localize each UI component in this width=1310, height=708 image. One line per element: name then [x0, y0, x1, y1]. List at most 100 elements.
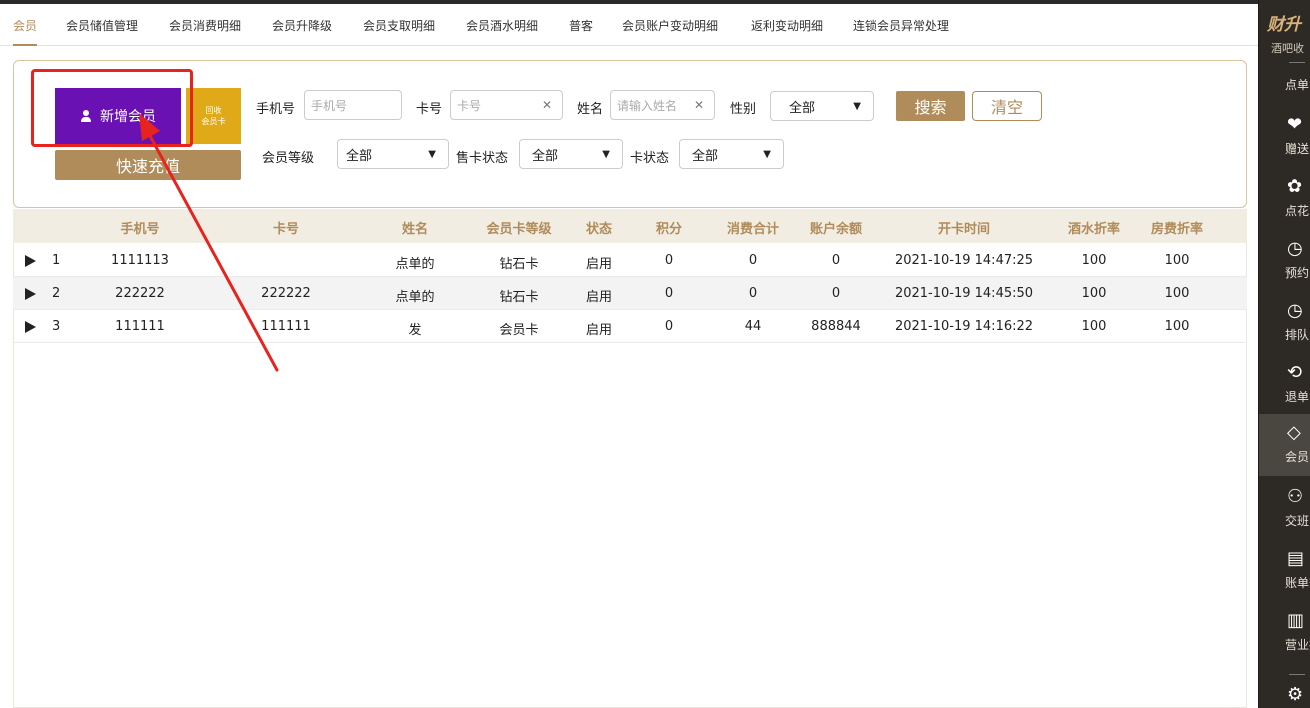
expand-arrow-icon[interactable] [25, 288, 36, 300]
sidebar-item-queue[interactable]: ◷ 排队 [1259, 292, 1310, 354]
level-label: 会员等级 [262, 151, 315, 166]
sidebar-item-business-report[interactable]: ▥ 营业报 [1259, 602, 1310, 664]
row-index: 2 [52, 286, 61, 301]
table-row[interactable]: 3 111111 111111 发 会员卡 启用 0 44 888844 202… [13, 310, 1247, 343]
col-open-time: 开卡时间 [937, 222, 991, 237]
cell-balance: 0 [831, 286, 841, 301]
col-status: 状态 [585, 222, 613, 237]
add-member-label: 新增会员 [100, 109, 156, 125]
cell-points: 0 [664, 319, 674, 334]
sidebar-item-label: 退单 [1285, 390, 1310, 404]
cell-open-time: 2021-10-19 14:45:50 [894, 286, 1034, 301]
tab-member[interactable]: 会员 [13, 17, 37, 34]
col-card: 卡号 [272, 222, 300, 237]
card-input[interactable]: 卡号 ✕ [450, 90, 563, 120]
caret-down-icon: ▼ [602, 148, 610, 160]
tab-chain-exception[interactable]: 连锁会员异常处理 [853, 17, 949, 34]
cell-status: 启用 [585, 290, 613, 305]
name-input[interactable]: 请输入姓名 ✕ [610, 90, 715, 120]
sidebar-item-refund[interactable]: ⟲ 退单 [1259, 354, 1310, 416]
caret-down-icon: ▼ [428, 148, 436, 160]
cell-balance: 0 [831, 253, 841, 268]
sidebar-divider [1289, 62, 1305, 63]
flower-icon: ✿ [1287, 176, 1303, 197]
tab-account-change[interactable]: 会员账户变动明细 [622, 17, 718, 34]
cell-name: 点单的 [395, 257, 435, 272]
col-level: 会员卡等级 [486, 222, 552, 237]
gender-select[interactable]: 全部 ▼ [770, 91, 874, 121]
sale-status-label: 售卡状态 [456, 151, 509, 166]
tab-level-change[interactable]: 会员升降级 [272, 17, 332, 34]
sidebar-item-gift[interactable]: ❤ 赠送 [1259, 106, 1310, 168]
cell-points: 0 [664, 253, 674, 268]
tab-drink-detail[interactable]: 会员酒水明细 [466, 17, 538, 34]
phone-label: 手机号 [256, 102, 296, 117]
cell-level: 钻石卡 [499, 290, 539, 305]
gift-icon: ❤ [1287, 114, 1303, 135]
cell-room-rate: 100 [1164, 253, 1190, 268]
sale-status-select[interactable]: 全部 ▼ [519, 139, 623, 169]
queue-clock-icon: ◷ [1287, 300, 1303, 321]
tab-regular-guest[interactable]: 普客 [569, 17, 593, 34]
recycle-label-1: 回收 [205, 106, 222, 115]
cell-level: 会员卡 [499, 323, 539, 338]
expand-arrow-icon[interactable] [25, 255, 36, 267]
cell-phone: 111111 [115, 319, 165, 334]
sidebar-item-label: 预约 [1285, 266, 1310, 280]
cell-points: 0 [664, 286, 674, 301]
card-status-select[interactable]: 全部 ▼ [679, 139, 784, 169]
table-row[interactable]: 2 222222 222222 点单的 钻石卡 启用 0 0 0 2021-10… [13, 277, 1247, 310]
tab-rebate-change[interactable]: 返利变动明细 [751, 17, 823, 34]
sidebar-item-label: 交班 [1285, 514, 1310, 528]
clear-card-icon[interactable]: ✕ [542, 98, 552, 112]
caret-down-icon: ▼ [763, 148, 771, 160]
sidebar-item-label: 账单查 [1285, 576, 1310, 590]
cell-balance: 888844 [811, 319, 861, 334]
clear-button[interactable]: 清空 [972, 91, 1042, 121]
col-balance: 账户余额 [809, 222, 863, 237]
clear-name-icon[interactable]: ✕ [694, 98, 704, 112]
cell-status: 启用 [585, 323, 613, 338]
row-index: 3 [52, 319, 61, 334]
tab-stored-value[interactable]: 会员储值管理 [66, 17, 138, 34]
level-select[interactable]: 全部 ▼ [337, 139, 449, 169]
sidebar-item-label: 点花 [1285, 204, 1310, 218]
col-phone: 手机号 [120, 222, 160, 237]
cell-room-rate: 100 [1164, 319, 1190, 334]
search-button[interactable]: 搜索 [896, 91, 965, 121]
cell-phone: 1111113 [111, 253, 169, 268]
brand-subtitle: 酒吧收 [1271, 42, 1304, 55]
cell-room-rate: 100 [1164, 286, 1190, 301]
cell-phone: 222222 [115, 286, 165, 301]
refund-icon: ⟲ [1287, 362, 1303, 383]
settings-icon[interactable]: ⚙ [1287, 684, 1303, 705]
quick-recharge-button[interactable]: 快速充值 [55, 150, 241, 180]
phone-input[interactable]: 手机号 [304, 90, 402, 120]
sidebar-item-member[interactable]: ◇ 会员 [1259, 414, 1310, 476]
add-member-button[interactable]: 新增会员 [55, 88, 181, 144]
sidebar-item-flower[interactable]: ✿ 点花 [1259, 168, 1310, 230]
cell-name: 点单的 [395, 290, 435, 305]
table-row[interactable]: 1 1111113 点单的 钻石卡 启用 0 0 0 2021-10-19 14… [13, 244, 1247, 277]
sidebar-item-reservation[interactable]: ◷ 预约 [1259, 230, 1310, 292]
name-label: 姓名 [577, 102, 604, 117]
handover-icon: ⚇ [1287, 486, 1304, 507]
recycle-card-button[interactable]: 回收 会员卡 [186, 88, 241, 144]
tab-withdraw-detail[interactable]: 会员支取明细 [363, 17, 435, 34]
bill-icon: ▤ [1287, 548, 1305, 569]
expand-arrow-icon[interactable] [25, 321, 36, 333]
brand-logo: 财升 [1267, 15, 1301, 35]
cell-consumption: 0 [748, 253, 758, 268]
active-tab-indicator [13, 44, 37, 46]
row-index: 1 [52, 253, 61, 268]
recycle-label-2: 会员卡 [201, 117, 226, 126]
sidebar-item-bill-query[interactable]: ▤ 账单查 [1259, 540, 1310, 602]
caret-down-icon: ▼ [853, 100, 861, 112]
tab-consumption-detail[interactable]: 会员消费明细 [169, 17, 241, 34]
col-points: 积分 [655, 222, 683, 237]
cell-drink-rate: 100 [1081, 319, 1107, 334]
col-room-rate: 房费折率 [1150, 222, 1204, 237]
sidebar-item-handover[interactable]: ⚇ 交班 [1259, 478, 1310, 540]
col-name: 姓名 [401, 222, 429, 237]
cell-open-time: 2021-10-19 14:47:25 [894, 253, 1034, 268]
